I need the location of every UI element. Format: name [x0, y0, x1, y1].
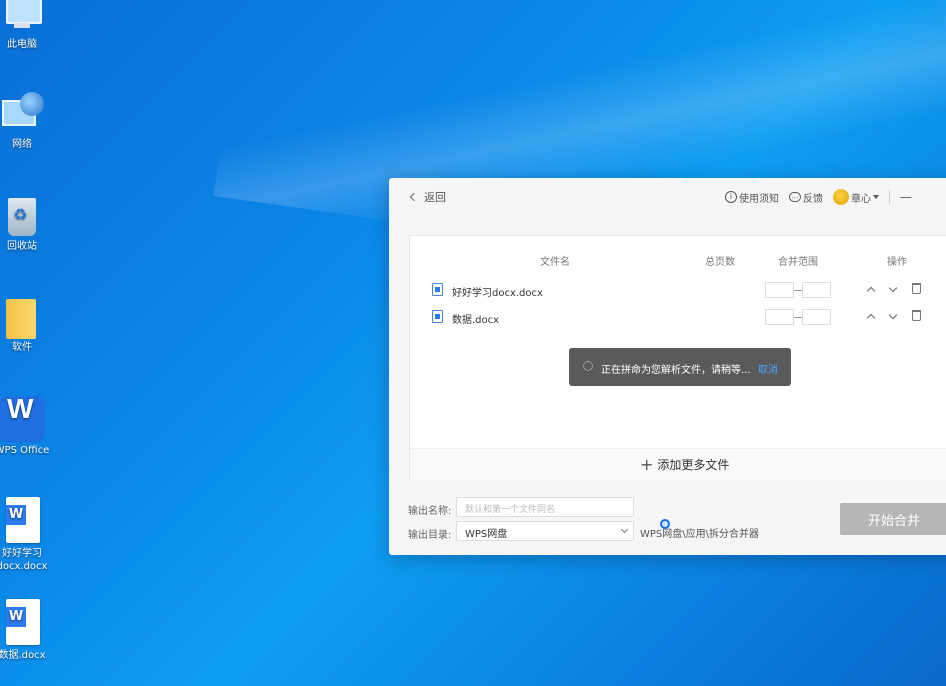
desktop-icon-this-pc[interactable]: 此电脑	[0, 0, 58, 51]
range-start-input[interactable]	[765, 309, 794, 325]
output-dir-select[interactable]: WPS网盘	[456, 521, 634, 541]
header-pages: 总页数	[705, 257, 735, 268]
word-doc-icon	[2, 497, 42, 545]
avatar	[833, 189, 849, 205]
help-label: 使用须知	[739, 193, 779, 205]
file-name: 数据.docx	[452, 315, 500, 326]
trash-icon[interactable]	[912, 310, 921, 321]
help-button[interactable]: i 使用须知	[725, 190, 779, 205]
wps-office-icon	[0, 396, 45, 442]
user-name: 章心	[851, 193, 871, 205]
desktop-icon-doc-haohaoxuexi[interactable]: 好好学习 docx.docx	[0, 497, 58, 573]
desktop-icon-network[interactable]: 网络	[0, 92, 58, 151]
caret-down-icon	[873, 195, 879, 199]
header-filename: 文件名	[540, 257, 570, 268]
output-dir-label: 输出目录:	[408, 530, 452, 541]
desktop-icon-label: 数据.docx	[0, 650, 46, 661]
word-file-icon	[432, 310, 443, 323]
range-start-input[interactable]	[765, 282, 794, 298]
titlebar: 返回 i 使用须知 … 反馈 章心 —	[389, 178, 946, 216]
plus-icon: +	[640, 454, 654, 474]
range-dash	[794, 317, 802, 318]
word-file-icon	[432, 283, 443, 296]
move-up-icon[interactable]	[866, 313, 876, 323]
table-header: 文件名 总页数 合并范围 操作	[410, 253, 946, 268]
network-icon	[0, 92, 44, 136]
desktop-icon-label: 网络	[12, 139, 32, 150]
back-button[interactable]: 返回	[409, 189, 446, 205]
chevron-down-icon	[620, 525, 629, 534]
toast-cancel-button[interactable]: 取消	[758, 361, 778, 376]
desktop-icon-recycle-bin[interactable]: 回收站	[0, 194, 58, 253]
start-merge-button[interactable]: 开始合并	[840, 503, 946, 535]
output-dir-value: WPS网盘	[465, 529, 508, 540]
table-row: 数据.docx	[410, 306, 946, 328]
loading-toast: 正在拼命为您解析文件，请稍等... 取消	[569, 348, 791, 386]
word-doc-icon	[2, 599, 42, 647]
output-name-field[interactable]: 默认和第一个文件同名	[456, 497, 634, 517]
desktop-icon-label: WPS Office	[0, 445, 50, 456]
range-end-input[interactable]	[802, 309, 831, 325]
table-row: 好好学习docx.docx	[410, 279, 946, 301]
move-down-icon[interactable]	[888, 283, 898, 293]
feedback-button[interactable]: … 反馈	[789, 190, 823, 205]
toast-message: 正在拼命为您解析文件，请稍等...	[601, 365, 751, 376]
recycle-bin-icon	[0, 194, 44, 238]
move-down-icon[interactable]	[888, 310, 898, 320]
desktop-icon-wps-office[interactable]: WPS Office	[0, 396, 58, 457]
spinner-icon	[583, 361, 593, 371]
header-range: 合并范围	[778, 257, 818, 268]
user-menu[interactable]: 章心	[833, 189, 879, 205]
this-pc-icon	[0, 0, 44, 36]
desktop-icon-label: 回收站	[7, 241, 37, 252]
desktop-icon-label: 软件	[12, 342, 32, 353]
output-name-label: 输出名称:	[408, 506, 452, 517]
divider	[889, 190, 890, 204]
desktop-icon-software-folder[interactable]: 软件	[0, 295, 58, 354]
titlebar-actions: i 使用须知 … 反馈 章心 —	[725, 189, 912, 205]
range-end-input[interactable]	[802, 282, 831, 298]
range-dash	[794, 290, 802, 291]
file-name: 好好学习docx.docx	[452, 288, 543, 299]
feedback-label: 反馈	[803, 193, 823, 205]
minimize-button[interactable]: —	[900, 190, 912, 204]
chat-bubble-icon: …	[789, 192, 801, 202]
move-up-icon[interactable]	[866, 286, 876, 296]
merge-app-window: 返回 i 使用须知 … 反馈 章心 — 文件名 总页数 合并范围 操作 好好学习…	[389, 178, 946, 555]
output-dir-path: WPS网盘\应用\拆分合并器	[640, 529, 760, 540]
desktop-icon-label-line1: 好好学习	[2, 548, 42, 559]
desktop-icon-label: 此电脑	[7, 39, 37, 50]
back-label: 返回	[424, 191, 446, 204]
header-actions: 操作	[887, 257, 907, 268]
chevron-left-icon	[409, 192, 419, 202]
trash-icon[interactable]	[912, 283, 921, 294]
desktop-icon-doc-shuju[interactable]: 数据.docx	[0, 599, 58, 662]
folder-icon	[0, 295, 44, 339]
add-more-files-button[interactable]: + 添加更多文件	[410, 448, 946, 480]
mouse-cursor-icon	[660, 519, 670, 529]
file-list-panel: 文件名 总页数 合并范围 操作 好好学习docx.docx 数据.docx 正在…	[409, 235, 946, 480]
add-more-label: 添加更多文件	[657, 458, 730, 472]
desktop-icon-label-line2: docx.docx	[0, 561, 48, 572]
info-icon: i	[725, 191, 737, 203]
